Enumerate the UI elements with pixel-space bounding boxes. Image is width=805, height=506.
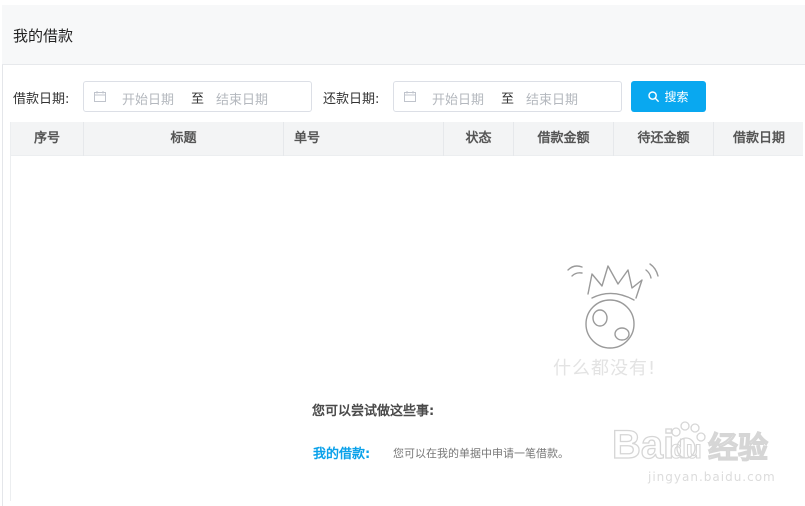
watermark-brand-left: Bai [612,423,674,467]
my-loan-link[interactable]: 我的借款: [313,443,370,462]
watermark-graphic: Bai du 经验 [611,421,769,468]
watermark-brand-suffix: 经验 [708,431,768,466]
column-header-index[interactable]: 序号 [11,122,84,156]
baidu-jingyan-watermark: Bai du 经验 [611,412,802,476]
search-button-label: 搜索 [664,90,689,104]
column-header-loan-amount[interactable]: 借款金额 [514,122,614,156]
borrow-start-input[interactable]: 开始日期 [122,89,174,108]
borrow-date-range[interactable]: 开始日期 至 结束日期 [83,81,312,112]
borrow-range-separator: 至 [191,92,205,107]
calendar-icon [94,91,106,102]
watermark-brand-right: du [670,434,702,464]
repay-range-separator: 至 [501,92,515,107]
repay-date-label: 还款日期: [323,92,380,107]
title-bar: 我的借款 [2,5,805,65]
borrow-date-label: 借款日期: [13,92,70,107]
column-header-number[interactable]: 单号 [284,122,444,156]
borrow-end-input[interactable]: 结束日期 [216,89,268,108]
repay-start-input[interactable]: 开始日期 [432,89,484,108]
my-loan-description: 您可以在我的单据中申请一笔借款。 [393,447,569,460]
calendar-icon [404,91,416,102]
column-header-loan-date[interactable]: 借款日期 [714,122,804,156]
repay-end-input[interactable]: 结束日期 [526,89,578,108]
table-body-border [10,156,11,501]
column-header-title[interactable]: 标题 [84,122,284,156]
empty-state-message: 什么都没有! [553,358,657,379]
search-icon [648,91,660,102]
column-header-pending-amount[interactable]: 待还金额 [614,122,714,156]
page-title: 我的借款 [13,27,74,45]
suggestions-heading: 您可以尝试做这些事: [312,404,435,419]
empty-box-illustration [567,263,659,349]
search-button[interactable]: 搜索 [631,81,706,112]
table-header: 序号 标题 单号 状态 借款金额 待还金额 借款日期 [10,122,803,156]
repay-date-range[interactable]: 开始日期 至 结束日期 [393,81,622,112]
column-header-status[interactable]: 状态 [444,122,514,156]
watermark-url: jingyan.baidu.com [648,470,776,484]
